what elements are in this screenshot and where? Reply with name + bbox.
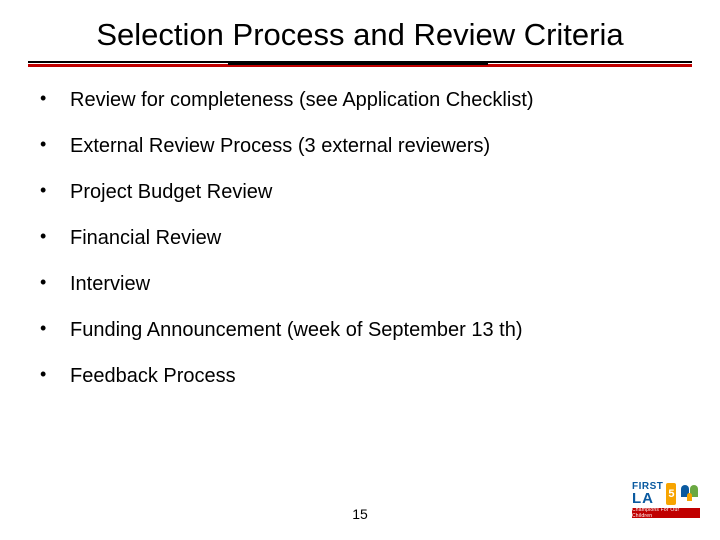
bullet-icon: • xyxy=(40,87,70,110)
first5la-logo: FIRST LA 5 Champions For Our Children xyxy=(632,482,702,530)
bullet-icon: • xyxy=(40,317,70,340)
logo-text-five: 5 xyxy=(666,483,676,505)
bullet-icon: • xyxy=(40,225,70,248)
list-item: • Funding Announcement (week of Septembe… xyxy=(40,317,680,343)
bullet-text: Review for completeness (see Application… xyxy=(70,87,534,113)
page-number: 15 xyxy=(0,506,720,522)
list-item: • Interview xyxy=(40,271,680,297)
title-underline xyxy=(28,61,692,67)
list-item: • Review for completeness (see Applicati… xyxy=(40,87,680,113)
bullet-text: Project Budget Review xyxy=(70,179,272,205)
bullet-list: • Review for completeness (see Applicati… xyxy=(0,67,720,389)
bullet-text: Interview xyxy=(70,271,150,297)
logo-people-icon xyxy=(679,483,701,505)
logo-tagline: Champions For Our Children xyxy=(632,508,700,518)
bullet-text: Funding Announcement (week of September … xyxy=(70,317,523,343)
list-item: • Project Budget Review xyxy=(40,179,680,205)
bullet-icon: • xyxy=(40,179,70,202)
bullet-icon: • xyxy=(40,133,70,156)
logo-text-la: LA xyxy=(632,492,663,506)
bullet-icon: • xyxy=(40,363,70,386)
slide-title: Selection Process and Review Criteria xyxy=(0,0,720,61)
bullet-text: Financial Review xyxy=(70,225,221,251)
list-item: • External Review Process (3 external re… xyxy=(40,133,680,159)
bullet-icon: • xyxy=(40,271,70,294)
list-item: • Financial Review xyxy=(40,225,680,251)
bullet-text: External Review Process (3 external revi… xyxy=(70,133,490,159)
bullet-text: Feedback Process xyxy=(70,363,236,389)
list-item: • Feedback Process xyxy=(40,363,680,389)
